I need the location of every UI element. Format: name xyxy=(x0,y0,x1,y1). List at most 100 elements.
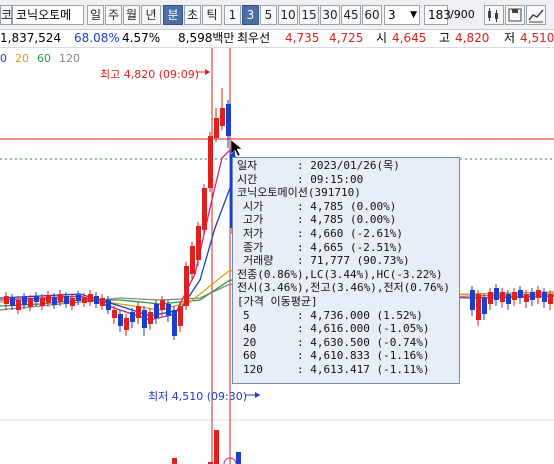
stock-name-input[interactable]: 코닉오토메 xyxy=(12,5,84,25)
tooltip-ma-value: : 4,610.833 (-1.16%) xyxy=(297,349,430,363)
candle xyxy=(4,292,9,310)
candle xyxy=(500,288,505,308)
period-tick-button[interactable]: 틱 xyxy=(202,5,222,25)
tooltip-ma-period: 40 xyxy=(243,322,257,336)
tooltip-ma-period: 120 xyxy=(243,362,263,376)
interval-10-button[interactable]: 10 xyxy=(278,5,298,25)
period-second-button[interactable]: 초 xyxy=(184,5,201,25)
tooltip-ma-value: : 4,613.417 (-1.11%) xyxy=(297,362,430,376)
tooltip-time: : 09:15:00 xyxy=(297,172,364,186)
tooltip-ma-value: : 4,616.000 (-1.05%) xyxy=(297,322,430,336)
ma-legend-0: 0 xyxy=(0,52,7,65)
open-label: 시 xyxy=(376,31,388,45)
period-week-button[interactable]: 주 xyxy=(105,5,122,25)
tooltip-open: : 4,785 (0.00%) xyxy=(297,199,397,213)
tooltip-ma-value: : 4,736.000 (1.52%) xyxy=(297,308,423,322)
best-sell-price: 4,735 xyxy=(285,31,320,45)
save-icon[interactable] xyxy=(505,5,525,25)
ma-legend: 0 20 60 120 xyxy=(0,52,88,65)
tooltip-low-label: 저가 xyxy=(243,226,264,240)
trade-amount: 8,598백만 xyxy=(178,31,235,45)
candle xyxy=(28,295,33,311)
high-label: 고 xyxy=(439,31,451,45)
tooltip-ma-period: 5 xyxy=(243,308,250,322)
toolbar: 코 코닉오토메 일 주 월 년 분 초 틱 1 3 5 10 15 30 45 … xyxy=(0,0,554,30)
candle xyxy=(196,222,201,266)
volume-bar xyxy=(214,430,219,464)
candle xyxy=(476,290,481,326)
candle xyxy=(208,132,213,192)
chevron-down-icon: ▼ xyxy=(410,10,417,20)
candle xyxy=(136,302,141,324)
interval-30-button[interactable]: 30 xyxy=(320,5,340,25)
candle xyxy=(88,290,93,306)
tooltip-high: : 4,785 (0.00%) xyxy=(297,213,397,227)
candle xyxy=(172,306,177,340)
best-buy-price: 4,725 xyxy=(329,31,364,45)
low-marker-arrowhead xyxy=(255,392,260,398)
accumulated-volume: 1,837,524 xyxy=(0,31,62,45)
volume-ratio: 68.08% xyxy=(74,31,120,45)
tooltip-volume-label: 거래량 xyxy=(243,254,274,268)
tooltip-ma-value: : 4,630.500 (-0.74%) xyxy=(297,335,430,349)
interval-60-button[interactable]: 60 xyxy=(362,5,382,25)
candle xyxy=(124,314,129,336)
candle xyxy=(548,290,553,310)
interval-45-button[interactable]: 45 xyxy=(341,5,361,25)
low-marker-label: 최저 4,510 (09:30) xyxy=(148,390,248,403)
tooltip-line2: 전시(3.46%),전고(3.46%),전저(0.76%) xyxy=(237,281,451,295)
candle-settings-icon[interactable] xyxy=(484,5,504,25)
volume-bars xyxy=(172,430,241,464)
high-marker-label: 최고 4,820 (09:09) xyxy=(100,68,200,81)
period-year-button[interactable]: 년 xyxy=(141,5,161,25)
interval-select-value: 3 xyxy=(388,8,396,22)
open-price: 4,645 xyxy=(392,31,427,45)
candle xyxy=(214,108,219,142)
high-price: 4,820 xyxy=(455,31,490,45)
interval-5-button[interactable]: 5 xyxy=(260,5,277,25)
period-month-button[interactable]: 월 xyxy=(123,5,140,25)
candle xyxy=(22,293,27,309)
interval-3-button[interactable]: 3 xyxy=(242,5,259,25)
interval-select[interactable]: 3 ▼ xyxy=(384,5,420,25)
tooltip-line1: 전종(0.86%),LC(3.44%),HC(-3.22%) xyxy=(237,267,443,281)
tooltip-date: : 2023/01/26(목) xyxy=(297,159,400,172)
change-rate: 4.57% xyxy=(122,31,161,45)
candle xyxy=(488,288,493,310)
period-day-button[interactable]: 일 xyxy=(87,5,104,25)
candle xyxy=(184,262,189,310)
tooltip-ma-header: [가격 이동평균] xyxy=(237,294,318,308)
stock-prefix[interactable]: 코 xyxy=(0,5,12,25)
candle-info-tooltip: 일자 : 2023/01/26(목) 시간 : 09:15:00 코닉오토메이션(3… xyxy=(232,157,460,384)
tooltip-ma-period: 20 xyxy=(243,335,257,349)
quote-info-row: 1,837,524 68.08% 4.57% 8,598백만 최우선 4,735… xyxy=(0,30,554,48)
ma-legend-20: 20 xyxy=(15,52,29,65)
candle xyxy=(518,286,523,304)
low-price: 4,510 xyxy=(520,31,554,45)
candle xyxy=(220,88,225,130)
tooltip-stock: 코닉오토메이션(391710) xyxy=(237,186,361,200)
period-minute-button[interactable]: 분 xyxy=(163,5,183,25)
tooltip-time-label: 시간 xyxy=(237,172,258,186)
tooltip-open-label: 시가 xyxy=(243,199,264,213)
count-input[interactable]: 183 xyxy=(424,5,451,25)
interval-1-button[interactable]: 1 xyxy=(224,5,241,25)
chart-type-icon[interactable] xyxy=(526,5,546,25)
high-marker-arrowhead xyxy=(205,69,210,75)
candle xyxy=(148,308,153,330)
interval-15-button[interactable]: 15 xyxy=(299,5,319,25)
candle xyxy=(142,306,147,336)
candle xyxy=(10,294,15,310)
tooltip-close: : 4,665 (-2.51%) xyxy=(297,240,403,254)
candle xyxy=(470,286,475,316)
candle xyxy=(202,184,207,234)
tooltip-ma-period: 60 xyxy=(243,349,257,363)
candle xyxy=(178,302,183,332)
ma-legend-60: 60 xyxy=(37,52,51,65)
low-label: 저 xyxy=(504,31,516,45)
candle xyxy=(512,288,517,306)
candle xyxy=(94,292,99,308)
candle xyxy=(542,288,547,308)
candle xyxy=(494,284,499,306)
tooltip-date-label: 일자 xyxy=(237,159,258,172)
